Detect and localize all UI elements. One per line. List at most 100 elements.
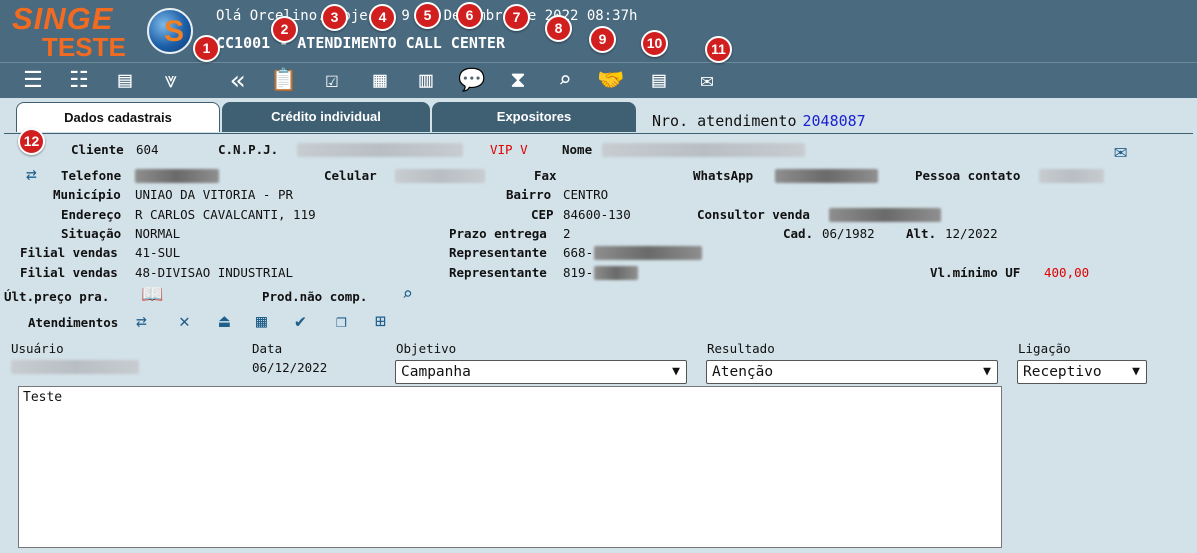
search-icon[interactable]: ⌕ [546,66,584,96]
callout-badge-5: 5 [414,2,441,29]
objetivo-select[interactable]: Campanha ▼ [395,360,687,384]
tab-expositores[interactable]: Expositores [432,102,636,132]
cliente-value: 604 [136,142,159,157]
file-list-icon[interactable]: ▤ [640,66,678,96]
callout-badge-3: 3 [321,4,348,31]
representante-label-1: Representante [449,245,547,260]
cliente-label: Cliente [71,142,124,157]
logo-subtext: TESTE [42,32,126,62]
cad-value: 06/1982 [822,226,875,241]
whatsapp-value-redacted [775,169,878,183]
data-value: 06/12/2022 [252,360,328,375]
pessoa-contato-value-redacted [1039,169,1104,183]
clipboard-icon[interactable]: 📋 [265,66,303,96]
consultor-value-redacted [829,208,941,222]
checklist-menu-2-icon[interactable]: ☷ [60,66,98,96]
callout-badge-9: 9 [589,26,616,53]
filial-vendas-value-2: 48-DIVISAO INDUSTRIAL [135,265,294,280]
send-mail-icon[interactable]: ✉ [688,66,726,96]
resultado-select-value: Atenção [712,364,774,380]
globe-logo-icon: S [147,8,193,54]
ligacao-select[interactable]: Receptivo ▼ [1017,360,1147,384]
checklist-menu-icon[interactable]: ☰ [14,66,52,96]
callout-badge-4: 4 [369,4,396,31]
representante-name-2-redacted [594,266,638,280]
celular-value-redacted [395,169,485,183]
callout-badge-7: 7 [503,4,530,31]
checklist-icon[interactable]: ☑ [313,66,351,96]
objetivo-label: Objetivo [396,341,457,356]
gift-icon[interactable]: ⊞ [375,312,386,332]
main-toolbar: ☰ ☷ ▤ ⩔ « 📋 ☑ ▦ ▥ 💬 ⧗ ⌕ 🤝 ▤ ✉ [0,62,1197,98]
atendimento-label: Nro. atendimento [652,112,797,130]
screen-title: CC1001 - ATENDIMENTO CALL CENTER [216,34,505,52]
callout-badge-11: 11 [705,36,732,63]
chat-icon[interactable]: 💬 [453,66,491,96]
atendimento-number: Nro. atendimento 2048087 [652,112,866,130]
cnpj-label: C.N.P.J. [218,142,279,157]
cep-label: CEP [531,207,554,222]
ligacao-select-value: Receptivo [1023,364,1102,380]
tab-dados-cadastrais[interactable]: Dados cadastrais [16,102,220,132]
nome-value-redacted [602,143,805,157]
ligacao-label: Ligação [1018,341,1071,356]
prod-nao-comp-label: Prod.não comp. [262,289,368,304]
double-chevron-left-icon[interactable]: « [219,66,257,96]
resultado-select[interactable]: Atenção ▼ [706,360,998,384]
open-book-icon[interactable]: 📖 [141,285,163,305]
filial-vendas-value-1: 41-SUL [135,245,181,260]
nome-label: Nome [562,142,593,157]
fax-label: Fax [534,168,557,183]
prazo-label: Prazo entrega [449,226,547,241]
card-icon[interactable]: ▤ [106,66,144,96]
celular-label: Celular [324,168,377,183]
swap-list-icon[interactable]: ⇄ [136,312,147,332]
tab-bar: Dados cadastrais Crédito individual Expo… [0,98,1197,134]
filial-vendas-label-2: Filial vendas [20,265,118,280]
callout-badge-10: 10 [641,30,668,57]
pessoa-contato-label: Pessoa contato [915,168,1021,183]
tools-icon[interactable]: ✕ [179,312,190,332]
atendimento-value: 2048087 [802,112,866,130]
usuario-label: Usuário [11,341,64,356]
municipio-value: UNIAO DA VITORIA - PR [135,187,294,202]
bar-chart-icon[interactable]: ▥ [407,66,445,96]
double-chevron-down-icon[interactable]: ⩔ [152,66,190,96]
upload-icon[interactable]: ⏏ [219,312,230,332]
send-mail-icon[interactable]: ✉ [1114,141,1127,163]
bairro-label: Bairro [506,187,552,202]
chevron-down-icon: ▼ [672,364,680,379]
atendimentos-label: Atendimentos [28,315,119,330]
vl-minimo-label: Vl.mínimo UF [930,265,1021,280]
representante-value-2: 819- [563,265,594,280]
callout-badge-2: 2 [271,16,298,43]
situacao-label: Situação [61,226,122,241]
chevron-down-icon: ▼ [1132,364,1140,379]
alt-value: 12/2022 [945,226,998,241]
search-icon[interactable]: ⌕ [402,285,413,305]
app-root: SINGE TESTE S Olá Orcelino. Hoje 6/ 9 de… [0,0,1197,553]
bairro-value: CENTRO [563,187,609,202]
consultor-label: Consultor venda [697,207,810,222]
representante-value-1: 668- [563,245,594,260]
chevron-down-icon: ▼ [983,364,991,379]
representante-label-2: Representante [449,265,547,280]
tab-credito-individual[interactable]: Crédito individual [222,102,430,132]
document-icon[interactable]: ▦ [361,66,399,96]
callout-badge-8: 8 [545,15,572,42]
handshake-icon[interactable]: 🤝 [592,66,630,96]
refresh-icon[interactable]: ⇄ [26,165,37,185]
copy-icon[interactable]: ❐ [336,312,347,332]
whatsapp-label: WhatsApp [693,168,754,183]
notes-textarea[interactable]: Teste [18,386,1002,548]
municipio-label: Município [53,187,121,202]
checkmark-icon[interactable]: ✔ [295,312,306,332]
calendar-icon[interactable]: ▦ [256,312,267,332]
cnpj-value-redacted [297,143,463,157]
prazo-value: 2 [563,226,571,241]
endereco-value: R CARLOS CAVALCANTI, 119 [135,207,316,222]
ult-preco-label: Últ.preço pra. [4,289,110,304]
callout-badge-6: 6 [456,2,483,29]
telefone-value-redacted [135,169,219,183]
hourglass-icon[interactable]: ⧗ [499,66,537,96]
